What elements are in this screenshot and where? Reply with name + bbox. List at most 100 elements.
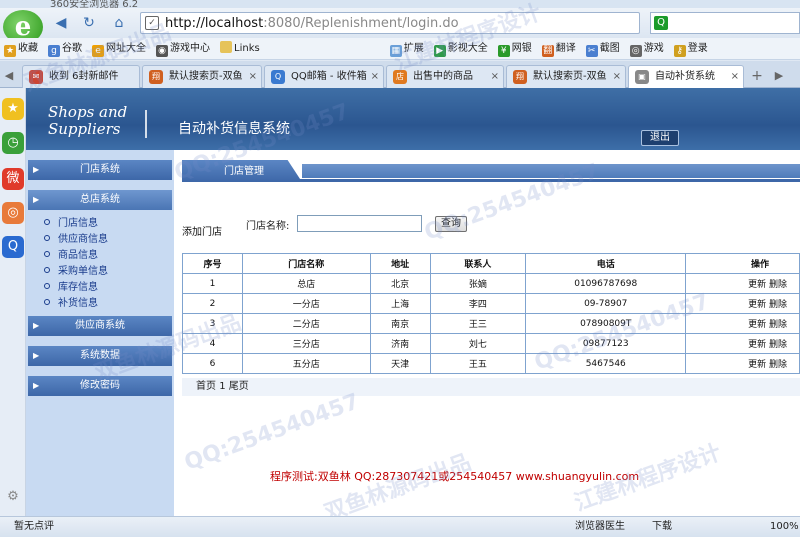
cell-ops: 更新 删除 [685, 333, 800, 354]
delete-link[interactable]: 删除 [769, 340, 787, 350]
search-button[interactable]: 查询 [435, 216, 467, 232]
cell-phone: 01096787698 [525, 273, 687, 294]
bookmark-label: 截图 [599, 43, 620, 54]
tab-store-management[interactable]: 门店管理 [182, 160, 302, 182]
menu-group-supplier[interactable]: ▶ 供应商系统 [28, 316, 172, 336]
zoom-level[interactable]: 100% [770, 517, 799, 537]
last-page-link[interactable]: 尾页 [229, 381, 249, 392]
address-url[interactable]: http://localhost:8080/Replenishment/logi… [165, 16, 459, 31]
bookmark-item[interactable]: ▶ 影视大全 [430, 38, 494, 59]
menu-group-label: 总店系统 [80, 194, 120, 205]
favorite-star-icon[interactable]: ★ [2, 98, 24, 120]
bookmark-item[interactable]: ◉ 游戏中心 [152, 38, 216, 59]
update-link[interactable]: 更新 [748, 300, 766, 310]
bookmark-item[interactable]: ⚷ 登录 [670, 38, 714, 59]
menu-group-label: 供应商系统 [75, 320, 125, 331]
tab-label: 收到 6封新邮件 [49, 71, 119, 82]
browser-sidepanel: ★ ◷ 微 ◎ Q ⚙ [0, 88, 26, 516]
clock-icon[interactable]: ◷ [2, 132, 24, 154]
header-divider [145, 110, 147, 138]
browser-search-box[interactable]: Q [650, 12, 800, 34]
tab-scroll-left-icon[interactable]: ◀ [2, 67, 16, 85]
browser-tab[interactable]: Q QQ邮箱 - 收件箱 × [264, 65, 384, 88]
bookmark-item[interactable]: ¥ 网银 [494, 38, 538, 59]
bookmark-item[interactable]: ✂ 截图 [582, 38, 626, 59]
menu-group-head-office[interactable]: ▶ 总店系统 [28, 190, 172, 210]
menu-item-store-info[interactable]: 门店信息 [44, 214, 98, 229]
home-icon[interactable]: ⌂ [108, 14, 130, 32]
cell-name: 五分店 [241, 353, 371, 374]
menu-group-label: 修改密码 [80, 380, 120, 391]
qq-icon: Q [271, 70, 285, 84]
delete-link[interactable]: 删除 [769, 300, 787, 310]
bookmark-item[interactable]: ▦ 扩展 [386, 38, 430, 59]
table-row: 4 三分店 济南 刘七 09877123 更新 删除 [182, 333, 800, 354]
delete-link[interactable]: 删除 [769, 320, 787, 330]
close-icon[interactable]: × [731, 66, 739, 87]
browser-tab[interactable]: ✉ 收到 6封新邮件 [22, 65, 140, 88]
bookmark-item[interactable]: 翻翻译 [538, 38, 582, 59]
browser-tab[interactable]: 翔默认搜索页-双鱼 × [506, 65, 626, 88]
tab-scroll-right-icon[interactable]: ▶ [772, 67, 786, 85]
browser-tab-active[interactable]: ▣ 自动补货系统 × [628, 65, 744, 88]
cell-contact: 刘七 [429, 333, 527, 354]
menu-item-purchase-info[interactable]: 采购单信息 [44, 262, 108, 277]
menu-item-stock-info[interactable]: 库存信息 [44, 278, 98, 293]
browser-tab[interactable]: 店出售中的商品 × [386, 65, 504, 88]
menu-group-system-data[interactable]: ▶ 系统数据 [28, 346, 172, 366]
search-engine-icon[interactable]: Q [654, 16, 668, 30]
bookmark-label: Links [234, 43, 260, 54]
bookmark-item[interactable]: e 网址大全 [88, 38, 152, 59]
update-link[interactable]: 更新 [748, 280, 766, 290]
footer-credit: 程序测试:双鱼林 QQ:287307421或254540457 www.shua… [270, 470, 640, 483]
qq-icon[interactable]: Q [2, 236, 24, 258]
google-icon: g [48, 45, 60, 57]
bookmark-item[interactable]: ★ 收藏 [0, 38, 44, 59]
menu-item-supplier-info[interactable]: 供应商信息 [44, 230, 108, 245]
shop-icon: 店 [393, 70, 407, 84]
address-bar[interactable]: ✓ http://localhost:8080/Replenishment/lo… [140, 12, 640, 34]
cell-no: 2 [182, 293, 243, 314]
logout-button[interactable]: 退出 [641, 130, 679, 146]
menu-group-store[interactable]: ▶ 门店系统 [28, 160, 172, 180]
bookmarks-bar: ★ 收藏 g 谷歌 e 网址大全 ◉ 游戏中心 Links ▦ 扩展 ▶ 影视大全 ¥ 网银翻翻译 ✂ 截图 ◎ 游… [0, 38, 800, 60]
new-tab-icon[interactable]: + [750, 67, 764, 85]
settings-gear-icon[interactable]: ⚙ [2, 486, 24, 508]
bank-icon: ¥ [497, 45, 510, 57]
bookmark-item[interactable]: ◎ 游戏 [626, 38, 670, 59]
menu-item-product-info[interactable]: 商品信息 [44, 246, 98, 261]
cell-no: 1 [182, 273, 243, 294]
close-icon[interactable]: × [371, 66, 379, 87]
first-page-link[interactable]: 首页 [196, 381, 216, 392]
menu-item-replenish-info[interactable]: 补货信息 [44, 294, 98, 309]
browser-doctor-item[interactable]: 浏览器医生 [575, 517, 625, 537]
close-icon[interactable]: × [249, 66, 257, 87]
app-icon[interactable]: ◎ [2, 202, 24, 224]
cell-contact: 张嫡 [429, 273, 527, 294]
menu-group-change-password[interactable]: ▶ 修改密码 [28, 376, 172, 396]
back-icon[interactable]: ◀ [50, 14, 72, 32]
bookmark-item[interactable]: Links [216, 38, 266, 59]
refresh-icon[interactable]: ↻ [78, 14, 100, 32]
url-host: http://localhost [165, 16, 264, 31]
delete-link[interactable]: 删除 [769, 360, 787, 370]
weibo-icon[interactable]: 微 [2, 168, 24, 190]
cell-contact: 王三 [429, 313, 527, 334]
bookmark-label: 谷歌 [62, 43, 82, 54]
folder-icon [220, 41, 232, 53]
browser-tab[interactable]: 翔默认搜索页-双鱼 × [142, 65, 262, 88]
add-store-link[interactable]: 添加门店 [182, 223, 222, 238]
bookmark-item[interactable]: g 谷歌 [44, 38, 88, 59]
delete-link[interactable]: 删除 [769, 280, 787, 290]
table-header-row: 序号 门店名称 地址 联系人 电话 操作 [182, 253, 800, 274]
pagination: 首页 1 尾页 [182, 378, 800, 396]
close-icon[interactable]: × [491, 66, 499, 87]
download-item[interactable]: 下载 [652, 517, 672, 537]
translate-icon: 翻 [541, 45, 554, 57]
cell-addr: 南京 [369, 313, 431, 334]
close-icon[interactable]: × [613, 66, 621, 87]
store-name-input[interactable] [297, 215, 422, 232]
update-link[interactable]: 更新 [748, 320, 766, 330]
update-link[interactable]: 更新 [748, 340, 766, 350]
update-link[interactable]: 更新 [748, 360, 766, 370]
